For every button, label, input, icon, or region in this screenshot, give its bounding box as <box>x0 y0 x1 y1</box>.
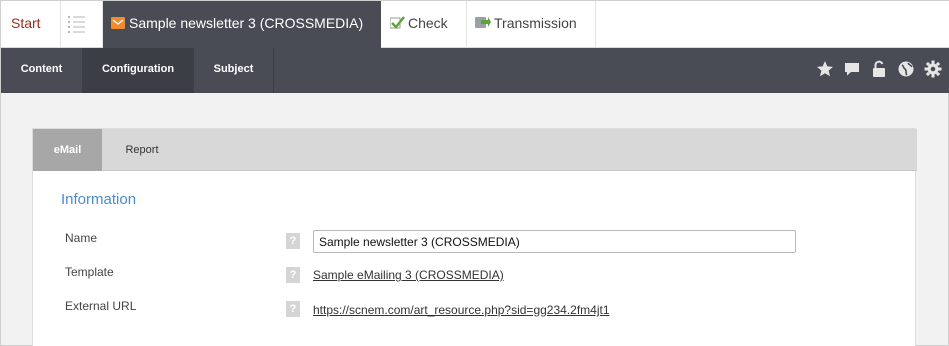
subtab-report[interactable]: Report <box>102 129 182 171</box>
gear-icon[interactable] <box>924 60 942 78</box>
active-tab-label: Sample newsletter 3 (CROSSMEDIA) <box>129 15 364 31</box>
list-view-button[interactable] <box>61 1 103 48</box>
globe-icon[interactable] <box>897 60 915 78</box>
help-icon[interactable]: ? <box>286 233 300 249</box>
subtab-email[interactable]: eMail <box>33 129 102 171</box>
toolbar-icons <box>816 60 942 80</box>
tab-content[interactable]: Content <box>1 48 83 93</box>
subtab-bar: eMail Report <box>33 129 917 171</box>
transmission-label: Transmission <box>494 15 577 31</box>
help-icon[interactable]: ? <box>286 301 300 317</box>
tab-subject[interactable]: Subject <box>194 48 274 93</box>
top-bar: Start Sample newsletter 3 (CROSSMEDIA) C… <box>1 1 949 48</box>
external-url-link[interactable]: https://scnem.com/art_resource.php?sid=g… <box>313 303 610 317</box>
name-field[interactable] <box>313 230 796 253</box>
check-label: Check <box>408 15 448 31</box>
template-link[interactable]: Sample eMailing 3 (CROSSMEDIA) <box>313 268 504 282</box>
external-url-label: External URL <box>65 299 137 313</box>
help-icon[interactable]: ? <box>286 267 300 283</box>
start-tab-label: Start <box>11 15 41 31</box>
tab-sample-newsletter[interactable]: Sample newsletter 3 (CROSSMEDIA) <box>103 1 381 48</box>
comment-icon[interactable] <box>843 60 861 78</box>
section-title-information: Information <box>61 191 137 208</box>
tab-transmission[interactable]: Transmission <box>467 1 596 48</box>
subtab-report-label: Report <box>125 144 159 156</box>
tab-check[interactable]: Check <box>381 1 467 48</box>
tab-configuration-label: Configuration <box>101 63 175 75</box>
tab-subject-label: Subject <box>213 63 254 75</box>
envelope-icon <box>111 17 125 29</box>
subtab-email-label: eMail <box>53 144 82 156</box>
star-icon[interactable] <box>816 60 834 78</box>
unlock-icon[interactable] <box>870 60 888 78</box>
checkmark-icon <box>390 16 405 29</box>
section-nav: Content Configuration Subject <box>1 48 949 93</box>
transmission-icon <box>475 17 491 28</box>
name-label: Name <box>65 231 98 245</box>
configuration-panel: eMail Report Information Name ? Template… <box>32 128 917 346</box>
tab-content-label: Content <box>20 63 63 75</box>
tab-configuration[interactable]: Configuration <box>83 48 194 93</box>
start-tab[interactable]: Start <box>1 1 61 48</box>
list-icon <box>68 16 85 33</box>
template-label: Template <box>65 265 114 279</box>
